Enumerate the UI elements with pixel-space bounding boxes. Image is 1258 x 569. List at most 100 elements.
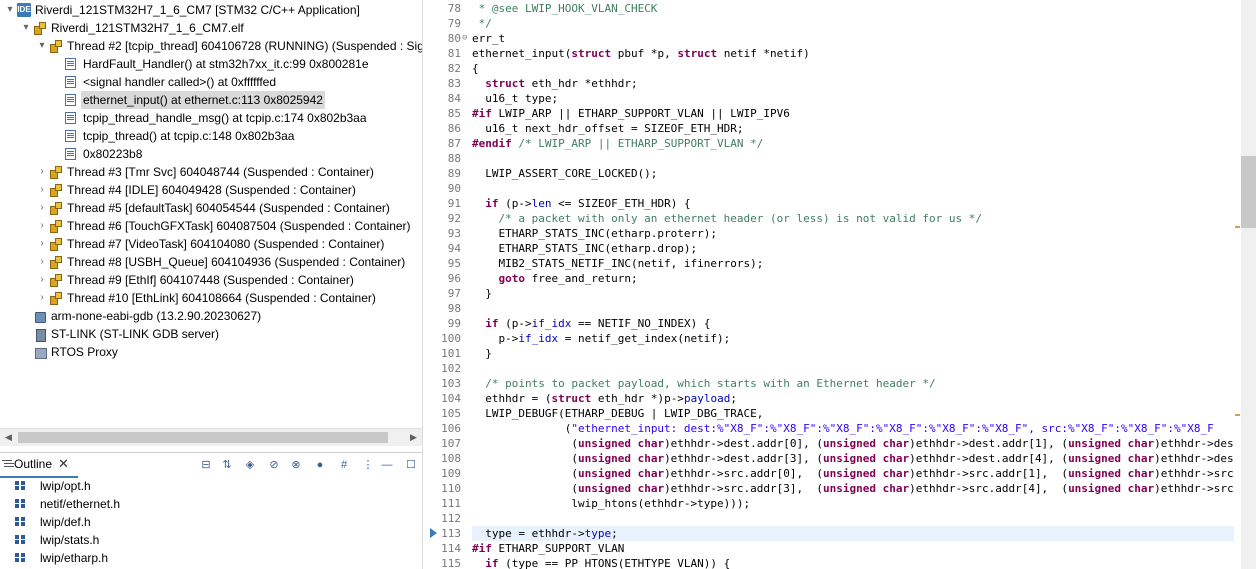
- code-line[interactable]: */: [472, 16, 492, 31]
- debug-tree-row[interactable]: › Thread #6 [TouchGFXTask] 604087504 (Sus…: [0, 217, 422, 235]
- code-line[interactable]: goto free_and_return;: [472, 271, 638, 286]
- outline-include-item[interactable]: lwip/etharp.h: [0, 549, 422, 567]
- debug-tree-row[interactable]: ethernet_input() at ethernet.c:113 0x802…: [0, 91, 422, 109]
- current-code-line[interactable]: type = ethhdr->type;: [472, 526, 1234, 541]
- debug-tree-row[interactable]: tcpip_thread_handle_msg() at tcpip.c:174…: [0, 109, 422, 127]
- tab-outline[interactable]: Outline ✕: [0, 453, 78, 478]
- code-line[interactable]: }: [472, 346, 492, 361]
- code-line[interactable]: p->if_idx = netif_get_index(netif);: [472, 331, 730, 346]
- expand-toggle-icon[interactable]: ›: [36, 271, 48, 289]
- code-line[interactable]: lwip_htons(ethhdr->type)));: [472, 496, 750, 511]
- expand-toggle-icon[interactable]: ›: [36, 253, 48, 271]
- code-line[interactable]: (unsigned char)ethhdr->src.addr[3], (uns…: [472, 481, 1234, 496]
- fold-toggle-icon[interactable]: ⊖: [462, 31, 470, 46]
- code-token: }: [472, 287, 492, 300]
- line-number: 112: [441, 512, 461, 525]
- expand-toggle-icon[interactable]: ›: [36, 163, 48, 181]
- code-line[interactable]: * @see LWIP_HOOK_VLAN_CHECK: [472, 1, 658, 16]
- outline-include-item[interactable]: netif/ethernet.h: [0, 495, 422, 513]
- code-line[interactable]: #endif /* LWIP_ARP || ETHARP_SUPPORT_VLA…: [472, 136, 763, 151]
- code-line[interactable]: if (p->len <= SIZEOF_ETH_HDR) {: [472, 196, 690, 211]
- overview-marker[interactable]: [1235, 414, 1240, 416]
- debug-tree-row[interactable]: › Thread #4 [IDLE] 604049428 (Suspended :…: [0, 181, 422, 199]
- code-line[interactable]: }: [472, 286, 492, 301]
- sort-icon[interactable]: ⇅: [219, 457, 235, 473]
- debug-tree-row[interactable]: › Thread #7 [VideoTask] 604104080 (Suspen…: [0, 235, 422, 253]
- code-token: #if: [472, 107, 492, 120]
- debug-tree-row[interactable]: › Thread #10 [EthLink] 604108664 (Suspend…: [0, 289, 422, 307]
- debug-tree-row[interactable]: ▾ Riverdi_121STM32H7_1_6_CM7.elf: [0, 19, 422, 37]
- expand-toggle-icon[interactable]: ›: [36, 217, 48, 235]
- debug-tree-row[interactable]: ST-LINK (ST-LINK GDB server): [0, 325, 422, 343]
- instruction-pointer-icon[interactable]: [430, 528, 437, 538]
- code-line[interactable]: (unsigned char)ethhdr->dest.addr[3], (un…: [472, 451, 1234, 466]
- code-line[interactable]: #if LWIP_ARP || ETHARP_SUPPORT_VLAN || L…: [472, 106, 790, 121]
- debug-horizontal-scrollbar[interactable]: ◀ ▶: [0, 428, 422, 446]
- code-line[interactable]: u16_t type;: [472, 91, 558, 106]
- outline-include-item[interactable]: lwip/opt.h: [0, 477, 422, 495]
- debug-tree-row[interactable]: › Thread #5 [defaultTask] 604054544 (Susp…: [0, 199, 422, 217]
- expand-toggle-icon[interactable]: ›: [36, 289, 48, 307]
- expand-toggle-icon[interactable]: ▾: [36, 37, 48, 55]
- code-line[interactable]: LWIP_DEBUGF(ETHARP_DEBUG | LWIP_DBG_TRAC…: [472, 406, 763, 421]
- expand-toggle-icon[interactable]: ›: [36, 199, 48, 217]
- debug-tree-row[interactable]: ▾ Thread #2 [tcpip_thread] 604106728 (RUN…: [0, 37, 422, 55]
- view-menu-icon[interactable]: ⋮: [360, 457, 376, 473]
- hide-fields-icon[interactable]: ◈: [242, 457, 258, 473]
- code-line[interactable]: ETHARP_STATS_INC(etharp.proterr);: [472, 226, 717, 241]
- code-line[interactable]: ETHARP_STATS_INC(etharp.drop);: [472, 241, 697, 256]
- debug-tree-row[interactable]: 0x80223b8: [0, 145, 422, 163]
- code-line[interactable]: {: [472, 61, 479, 76]
- code-line[interactable]: ethernet_input(struct pbuf *p, struct ne…: [472, 46, 810, 61]
- expand-toggle-icon[interactable]: ›: [36, 181, 48, 199]
- code-line[interactable]: (unsigned char)ethhdr->src.addr[0], (uns…: [472, 466, 1234, 481]
- scroll-left-arrow-icon[interactable]: ◀: [0, 429, 17, 446]
- code-line[interactable]: ("ethernet_input: dest:%"X8_F":%"X8_F":%…: [472, 421, 1214, 436]
- scroll-thumb[interactable]: [18, 432, 388, 443]
- minimize-icon[interactable]: —: [379, 457, 395, 473]
- collapse-all-icon[interactable]: ⊟: [198, 457, 214, 473]
- expand-toggle-icon[interactable]: ▾: [20, 19, 32, 37]
- editor-vertical-ruler[interactable]: [428, 0, 441, 569]
- hide-inactive-icon[interactable]: ●: [312, 457, 328, 473]
- code-text-area[interactable]: * @see LWIP_HOOK_VLAN_CHECK */ err_t ether…: [472, 0, 1234, 569]
- expand-toggle-icon[interactable]: ›: [36, 235, 48, 253]
- code-token: goto: [498, 272, 526, 285]
- debug-tree-row[interactable]: › Thread #3 [Tmr Svc] 604048744 (Suspende…: [0, 163, 422, 181]
- debug-tree-row[interactable]: <signal handler called>() at 0xffffffed: [0, 73, 422, 91]
- code-line[interactable]: if (p->if_idx == NETIF_NO_INDEX) {: [472, 316, 710, 331]
- code-editor[interactable]: 78 79 80 ⊖ 81 82 83 84 85 86 87 88 89 90 91 92 93 94 95 96 9…: [428, 0, 1258, 569]
- code-line[interactable]: u16_t next_hdr_offset = SIZEOF_ETH_HDR;: [472, 121, 743, 136]
- code-line[interactable]: (unsigned char)ethhdr->dest.addr[0], (un…: [472, 436, 1234, 451]
- debug-tree-row[interactable]: › Thread #8 [USBH_Queue] 604104936 (Suspe…: [0, 253, 422, 271]
- maximize-icon[interactable]: ☐: [403, 457, 419, 473]
- hide-non-public-icon[interactable]: ⊗: [288, 457, 304, 473]
- debug-tree-row[interactable]: › Thread #9 [EthIf] 604107448 (Suspended …: [0, 271, 422, 289]
- code-line[interactable]: #if ETHARP_SUPPORT_VLAN: [472, 541, 624, 556]
- code-line[interactable]: err_t: [472, 31, 505, 46]
- expand-toggle-icon[interactable]: ▾: [4, 1, 16, 19]
- debug-tree-row[interactable]: tcpip_thread() at tcpip.c:148 0x802b3aa: [0, 127, 422, 145]
- code-line[interactable]: ethhdr = (struct eth_hdr *)p->payload;: [472, 391, 737, 406]
- code-line[interactable]: /* a packet with only an ethernet header…: [472, 211, 981, 226]
- hide-static-icon[interactable]: ⊘: [266, 457, 282, 473]
- code-line[interactable]: MIB2_STATS_NETIF_INC(netif, ifinerrors);: [472, 256, 763, 271]
- code-token: )ethhdr->dest.addr[0], (: [664, 437, 824, 450]
- debug-tree-row[interactable]: arm-none-eabi-gdb (13.2.90.20230627): [0, 307, 422, 325]
- debug-tree-row[interactable]: HardFault_Handler() at stm32h7xx_it.c:99…: [0, 55, 422, 73]
- outline-include-item[interactable]: lwip/def.h: [0, 513, 422, 531]
- group-includes-icon[interactable]: #: [336, 457, 352, 473]
- code-line[interactable]: if (type == PP_HTONS(ETHTYPE_VLAN)) {: [472, 556, 730, 569]
- overview-marker[interactable]: [1235, 226, 1240, 228]
- debug-tree-row[interactable]: RTOS Proxy: [0, 343, 422, 361]
- debug-tree-row[interactable]: ▾ IDE Riverdi_121STM32H7_1_6_CM7 [STM32 C/…: [0, 1, 422, 19]
- code-line[interactable]: /* points to packet payload, which start…: [472, 376, 935, 391]
- scroll-right-arrow-icon[interactable]: ▶: [405, 429, 422, 446]
- scroll-track[interactable]: [1241, 0, 1256, 569]
- close-tab-icon[interactable]: ✕: [58, 456, 69, 472]
- editor-vertical-scrollbar[interactable]: [1234, 0, 1258, 569]
- code-line[interactable]: LWIP_ASSERT_CORE_LOCKED();: [472, 166, 657, 181]
- scroll-thumb[interactable]: [1241, 156, 1256, 228]
- outline-include-item[interactable]: lwip/stats.h: [0, 531, 422, 549]
- code-line[interactable]: struct eth_hdr *ethhdr;: [472, 76, 637, 91]
